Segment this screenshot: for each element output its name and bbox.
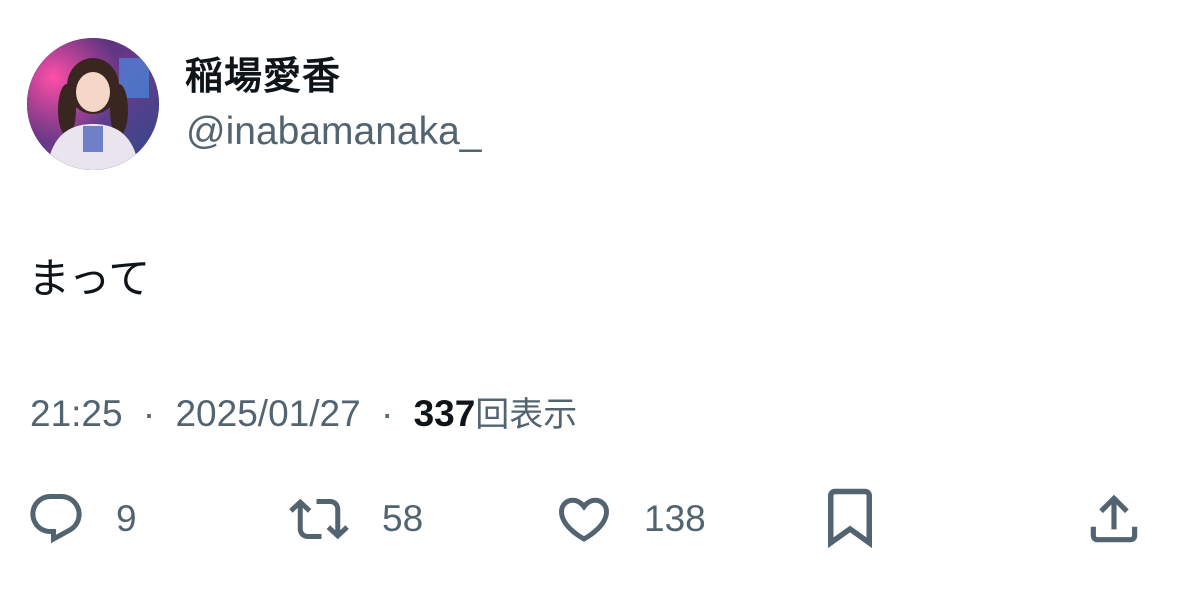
- meta-separator: ·: [142, 393, 156, 434]
- tweet-date[interactable]: 2025/01/27: [175, 393, 360, 434]
- share-icon: [1083, 488, 1145, 550]
- heart-icon: [554, 489, 614, 549]
- tweet-meta: 21:25 · 2025/01/27 · 337回表示: [30, 390, 577, 439]
- like-count: 138: [644, 498, 706, 539]
- retweet-count: 58: [382, 498, 424, 539]
- meta-separator: ·: [380, 393, 394, 434]
- views-count[interactable]: 337: [414, 393, 476, 434]
- tweet-text: まって: [28, 254, 151, 303]
- like-button[interactable]: 138: [554, 484, 706, 554]
- tweet-card: 稲場愛香 @inabamanaka_ まって 21:25 · 2025/01/2…: [0, 0, 1179, 603]
- avatar[interactable]: [27, 38, 159, 170]
- reply-count: 9: [116, 498, 137, 539]
- action-bar: 9 58 138: [0, 484, 1179, 554]
- bookmark-button[interactable]: [822, 484, 878, 554]
- reply-button[interactable]: 9: [26, 484, 137, 554]
- share-button[interactable]: [1083, 484, 1145, 554]
- user-handle[interactable]: @inabamanaka_: [186, 108, 481, 156]
- reply-icon: [26, 489, 86, 549]
- bookmark-icon: [822, 486, 878, 552]
- views-label: 回表示: [475, 395, 578, 435]
- tweet-time[interactable]: 21:25: [30, 393, 123, 434]
- display-name[interactable]: 稲場愛香: [185, 52, 341, 100]
- retweet-icon: [286, 489, 352, 549]
- retweet-button[interactable]: 58: [286, 484, 423, 554]
